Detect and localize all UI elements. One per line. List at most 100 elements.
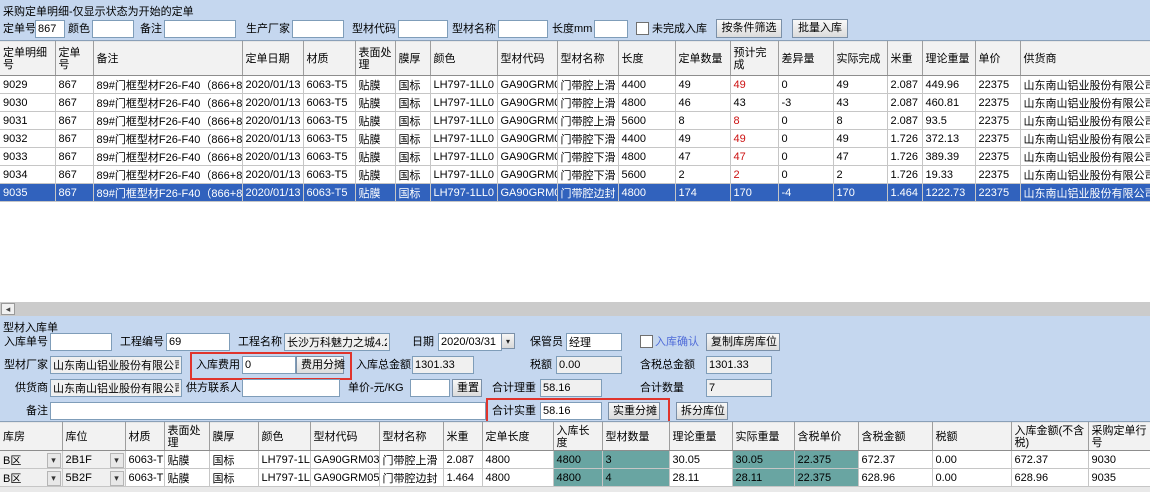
cell[interactable]: 0 xyxy=(778,166,833,184)
cell[interactable]: 山东南山铝业股份有限公司 xyxy=(1020,112,1150,130)
cell[interactable]: 6063-T5 xyxy=(303,184,355,202)
tax-input[interactable] xyxy=(556,356,622,374)
cell[interactable]: 门带腔下滑 xyxy=(557,130,618,148)
cell[interactable]: 47 xyxy=(675,148,730,166)
cell[interactable]: 9029 xyxy=(0,76,55,94)
column-header[interactable]: 采购定单行号 xyxy=(1088,423,1150,451)
cell[interactable]: 2020/01/13 xyxy=(242,94,303,112)
total-amount-input[interactable] xyxy=(412,356,474,374)
cell[interactable]: 贴膜 xyxy=(164,469,209,487)
cell[interactable]: 2 xyxy=(833,166,887,184)
cell[interactable]: 4800 xyxy=(618,184,675,202)
inbound-fee-input[interactable] xyxy=(242,356,296,374)
cell[interactable]: 4800 xyxy=(553,451,602,469)
cell[interactable]: 6063-T5 xyxy=(303,166,355,184)
table-row[interactable]: 903186789#门框型材F26-F40（866+867）2020/01/13… xyxy=(0,112,1150,130)
cell[interactable]: 5600 xyxy=(618,166,675,184)
cell[interactable]: 0.00 xyxy=(932,469,1011,487)
table-row[interactable]: B区▾5B2F▾6063-T5贴膜国标LH797-1LL0GA90GRM05门带… xyxy=(0,469,1150,487)
cell[interactable]: 国标 xyxy=(395,130,430,148)
cell[interactable]: 89#门框型材F26-F40（866+867） xyxy=(93,166,242,184)
cell[interactable]: 国标 xyxy=(395,184,430,202)
cell[interactable]: 1.464 xyxy=(443,469,482,487)
cell[interactable]: 867 xyxy=(55,148,93,166)
keeper-input[interactable] xyxy=(566,333,622,351)
cell[interactable]: 449.96 xyxy=(922,76,975,94)
copy-location-button[interactable]: 复制库房库位 xyxy=(706,333,780,351)
cell[interactable]: 22375 xyxy=(975,184,1020,202)
table-row[interactable]: B区▾2B1F▾6063-T5贴膜国标LH797-1LL0GA90GRM03门带… xyxy=(0,451,1150,469)
fee-share-button[interactable]: 费用分摊 xyxy=(296,356,344,374)
cell[interactable]: 1222.73 xyxy=(922,184,975,202)
cell[interactable]: 9030 xyxy=(0,94,55,112)
cell[interactable]: 2.087 xyxy=(887,94,922,112)
cell[interactable]: 460.81 xyxy=(922,94,975,112)
column-header[interactable]: 单价 xyxy=(975,42,1020,76)
cell[interactable]: 628.96 xyxy=(1011,469,1088,487)
column-header[interactable]: 定单日期 xyxy=(242,42,303,76)
project-name-input[interactable] xyxy=(284,333,390,351)
cell[interactable]: GA90GRM05 xyxy=(497,184,557,202)
cell[interactable]: 49 xyxy=(675,76,730,94)
column-header[interactable]: 型材代码 xyxy=(497,42,557,76)
cell[interactable]: 2020/01/13 xyxy=(242,76,303,94)
cell[interactable]: 山东南山铝业股份有限公司 xyxy=(1020,184,1150,202)
cell[interactable]: 389.39 xyxy=(922,148,975,166)
cell[interactable]: 2 xyxy=(675,166,730,184)
column-header[interactable]: 膜厚 xyxy=(395,42,430,76)
cell[interactable]: 4400 xyxy=(618,130,675,148)
column-header[interactable]: 膜厚 xyxy=(209,423,258,451)
cell[interactable]: 门带腔上滑 xyxy=(379,451,443,469)
cell[interactable]: 9035 xyxy=(0,184,55,202)
cell[interactable]: 国标 xyxy=(395,94,430,112)
cell[interactable]: 6063-T5 xyxy=(303,76,355,94)
cell[interactable]: 49 xyxy=(833,130,887,148)
cell[interactable]: 93.5 xyxy=(922,112,975,130)
filter-remark-input[interactable] xyxy=(164,20,236,38)
cell[interactable]: 89#门框型材F26-F40（866+867） xyxy=(93,94,242,112)
cell[interactable]: 2.087 xyxy=(443,451,482,469)
cell[interactable]: 867 xyxy=(55,130,93,148)
cell[interactable]: 9035 xyxy=(1088,469,1150,487)
cell[interactable]: 47 xyxy=(833,148,887,166)
cell[interactable]: LH797-1LL0 xyxy=(430,166,497,184)
column-header[interactable]: 颜色 xyxy=(430,42,497,76)
cell[interactable]: LH797-1LL0 xyxy=(258,451,310,469)
cell[interactable]: 22375 xyxy=(975,166,1020,184)
filter-length-input[interactable] xyxy=(594,20,628,38)
cell[interactable]: 国标 xyxy=(395,148,430,166)
cell[interactable]: 1.464 xyxy=(887,184,922,202)
cell[interactable]: 9033 xyxy=(0,148,55,166)
unfinished-checkbox[interactable] xyxy=(636,22,649,35)
cell[interactable]: 43 xyxy=(833,94,887,112)
column-header[interactable]: 入库长度 xyxy=(553,423,602,451)
cell[interactable]: 3 xyxy=(602,451,669,469)
cell[interactable]: 22375 xyxy=(975,76,1020,94)
cell[interactable]: 贴膜 xyxy=(355,184,395,202)
column-header[interactable]: 税额 xyxy=(932,423,1011,451)
cell[interactable]: 国标 xyxy=(395,112,430,130)
cell[interactable]: 9034 xyxy=(0,166,55,184)
cell[interactable]: LH797-1LL0 xyxy=(430,76,497,94)
table-row[interactable]: 903486789#门框型材F26-F40（866+867）2020/01/13… xyxy=(0,166,1150,184)
column-header[interactable]: 表面处理 xyxy=(164,423,209,451)
column-header[interactable]: 米重 xyxy=(443,423,482,451)
column-header[interactable]: 颜色 xyxy=(258,423,310,451)
column-header[interactable]: 型材名称 xyxy=(379,423,443,451)
cell[interactable]: 867 xyxy=(55,76,93,94)
receipt-no-input[interactable] xyxy=(50,333,112,351)
cell[interactable]: 19.33 xyxy=(922,166,975,184)
cell[interactable]: 2020/01/13 xyxy=(242,130,303,148)
cell[interactable]: GA90GRM03 xyxy=(497,76,557,94)
column-header[interactable]: 定单长度 xyxy=(482,423,553,451)
column-header[interactable]: 材质 xyxy=(125,423,164,451)
column-header[interactable]: 材质 xyxy=(303,42,355,76)
theory-weight-input[interactable] xyxy=(540,379,602,397)
cell[interactable]: 山东南山铝业股份有限公司 xyxy=(1020,148,1150,166)
filter-order-no-input[interactable] xyxy=(35,20,65,38)
cell[interactable]: LH797-1LL0 xyxy=(430,130,497,148)
cell[interactable]: GA90GRM04 xyxy=(497,130,557,148)
cell[interactable]: GA90GRM03 xyxy=(497,112,557,130)
supplier-contact-input[interactable] xyxy=(242,379,340,397)
column-header[interactable]: 型材数量 xyxy=(602,423,669,451)
